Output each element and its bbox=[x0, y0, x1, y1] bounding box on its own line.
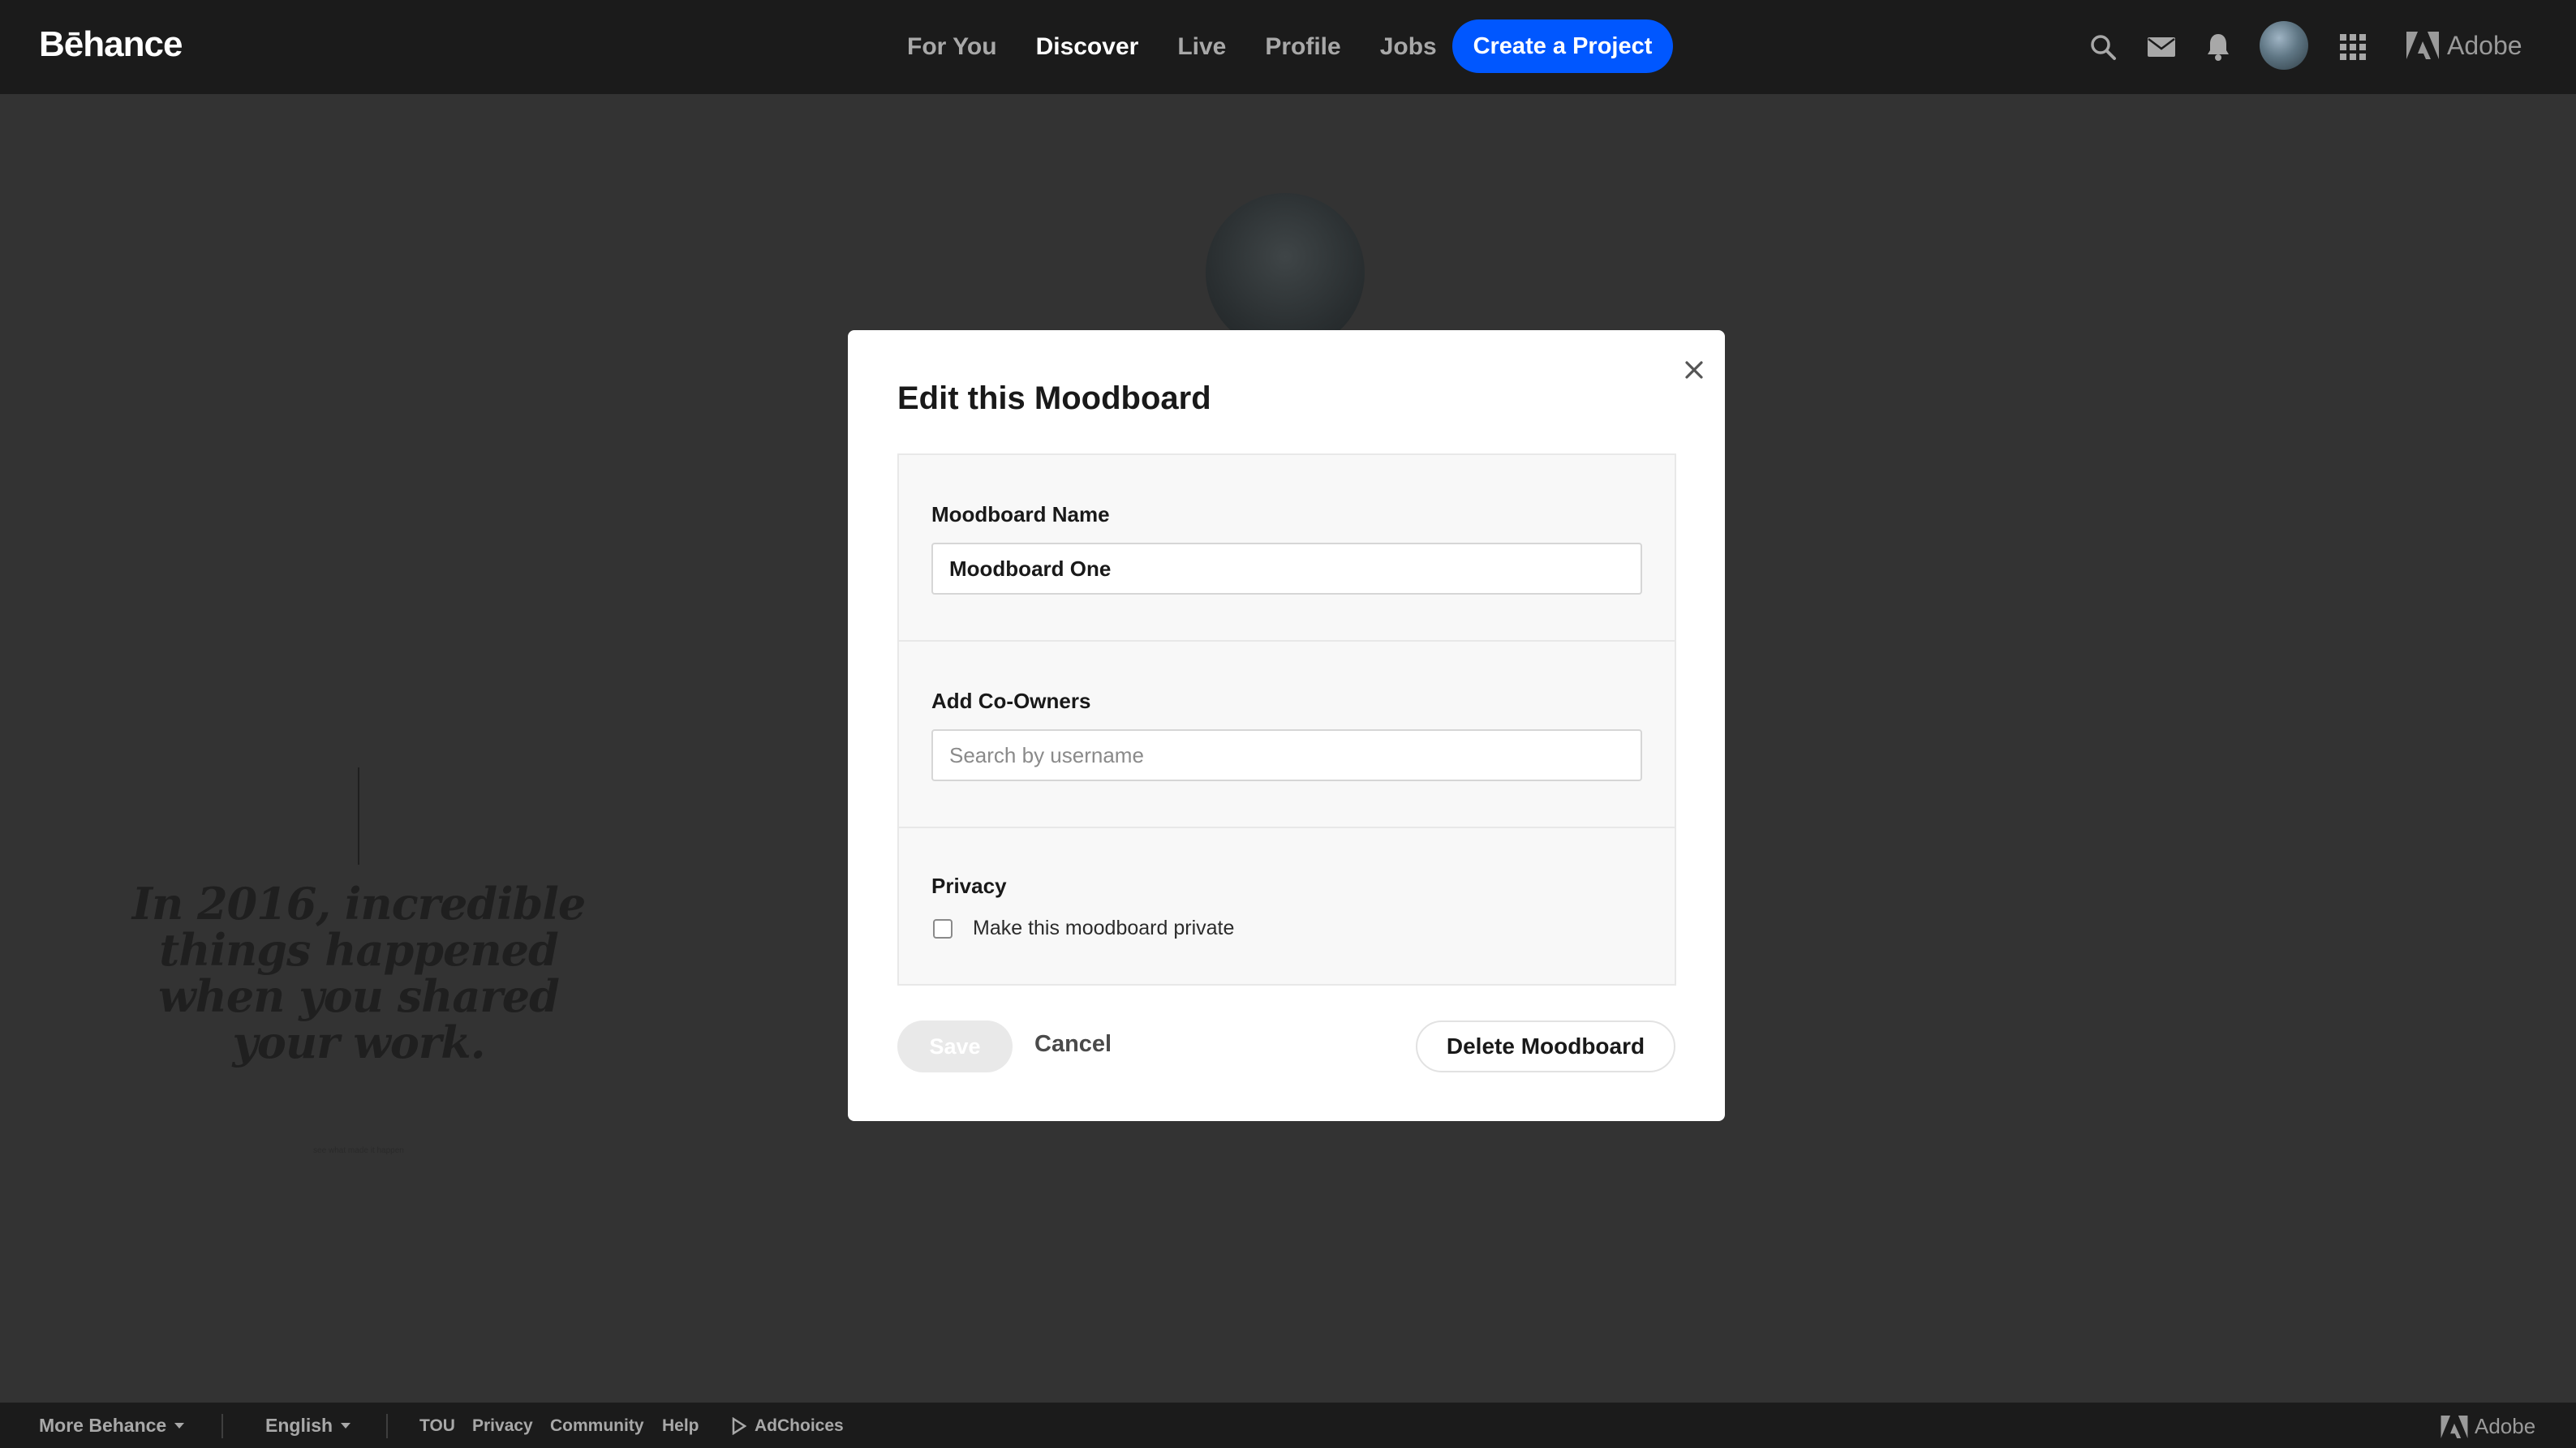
background-quote: In 2016, incredible things happened when… bbox=[131, 878, 587, 1068]
co-owners-label: Add Co-Owners bbox=[931, 689, 1091, 713]
nav-link-discover[interactable]: Discover bbox=[1036, 33, 1139, 61]
behance-logo[interactable]: Bēhance bbox=[39, 24, 183, 65]
language-label: English bbox=[265, 1415, 333, 1436]
footer-link-privacy[interactable]: Privacy bbox=[472, 1416, 533, 1436]
co-owners-search-input[interactable] bbox=[931, 729, 1642, 781]
privacy-label: Privacy bbox=[931, 874, 1007, 898]
footer-link-community[interactable]: Community bbox=[550, 1416, 644, 1436]
background-caption: see what made it happen bbox=[313, 1146, 404, 1155]
nav-link-live[interactable]: Live bbox=[1177, 33, 1226, 61]
footer-divider bbox=[386, 1414, 388, 1438]
search-icon[interactable] bbox=[2087, 31, 2119, 63]
nav-link-jobs[interactable]: Jobs bbox=[1380, 33, 1437, 61]
private-checkbox-label[interactable]: Make this moodboard private bbox=[973, 917, 1234, 940]
adobe-logo-icon bbox=[2441, 1415, 2468, 1438]
co-owners-section: Add Co-Owners bbox=[899, 642, 1675, 828]
notifications-bell-icon[interactable] bbox=[2202, 31, 2234, 63]
save-button[interactable]: Save bbox=[897, 1020, 1013, 1072]
edit-moodboard-modal: Edit this Moodboard Moodboard Name Add C… bbox=[848, 330, 1725, 1121]
user-avatar[interactable] bbox=[2260, 21, 2308, 70]
apps-grid-icon[interactable] bbox=[2337, 31, 2369, 63]
cancel-button[interactable]: Cancel bbox=[1034, 1031, 1112, 1063]
chevron-down-icon bbox=[341, 1423, 351, 1429]
create-project-button[interactable]: Create a Project bbox=[1452, 19, 1673, 73]
adobe-footer-link[interactable]: Adobe bbox=[2441, 1414, 2535, 1439]
adchoices-icon bbox=[732, 1417, 746, 1435]
chevron-down-icon bbox=[174, 1423, 185, 1429]
moodboard-name-input[interactable] bbox=[931, 543, 1642, 595]
adobe-logo-icon bbox=[2406, 32, 2439, 59]
modal-title: Edit this Moodboard bbox=[897, 380, 1211, 416]
adchoices-link[interactable]: AdChoices bbox=[732, 1416, 844, 1436]
nav-link-for-you[interactable]: For You bbox=[907, 33, 997, 61]
footer-divider bbox=[221, 1414, 223, 1438]
footer-link-tou[interactable]: TOU bbox=[419, 1416, 455, 1436]
decorative-divider bbox=[358, 767, 359, 865]
footer-link-help[interactable]: Help bbox=[662, 1416, 699, 1436]
moodboard-name-label: Moodboard Name bbox=[931, 502, 1110, 526]
footer: More Behance English TOU Privacy Communi… bbox=[0, 1403, 2576, 1448]
adobe-label: Adobe bbox=[2447, 30, 2522, 60]
privacy-section: Privacy Make this moodboard private bbox=[899, 828, 1675, 984]
top-navigation: Bēhance For You Discover Live Profile Jo… bbox=[0, 0, 2576, 94]
messages-icon[interactable] bbox=[2145, 31, 2178, 63]
private-checkbox[interactable] bbox=[933, 919, 953, 939]
modal-form: Moodboard Name Add Co-Owners Privacy Mak… bbox=[897, 453, 1676, 986]
adchoices-label: AdChoices bbox=[755, 1416, 844, 1435]
profile-cover-image bbox=[1206, 193, 1365, 352]
nav-link-profile[interactable]: Profile bbox=[1265, 33, 1340, 61]
adobe-link[interactable]: Adobe bbox=[2406, 29, 2522, 62]
more-behance-dropdown[interactable]: More Behance bbox=[39, 1415, 185, 1437]
moodboard-name-section: Moodboard Name bbox=[899, 455, 1675, 642]
main-nav-links: For You Discover Live Profile Jobs bbox=[907, 0, 1437, 94]
delete-moodboard-button[interactable]: Delete Moodboard bbox=[1416, 1020, 1675, 1072]
more-behance-label: More Behance bbox=[39, 1415, 167, 1436]
language-dropdown[interactable]: English bbox=[265, 1415, 351, 1437]
adobe-footer-label: Adobe bbox=[2475, 1414, 2536, 1438]
close-icon[interactable] bbox=[1674, 350, 1714, 390]
